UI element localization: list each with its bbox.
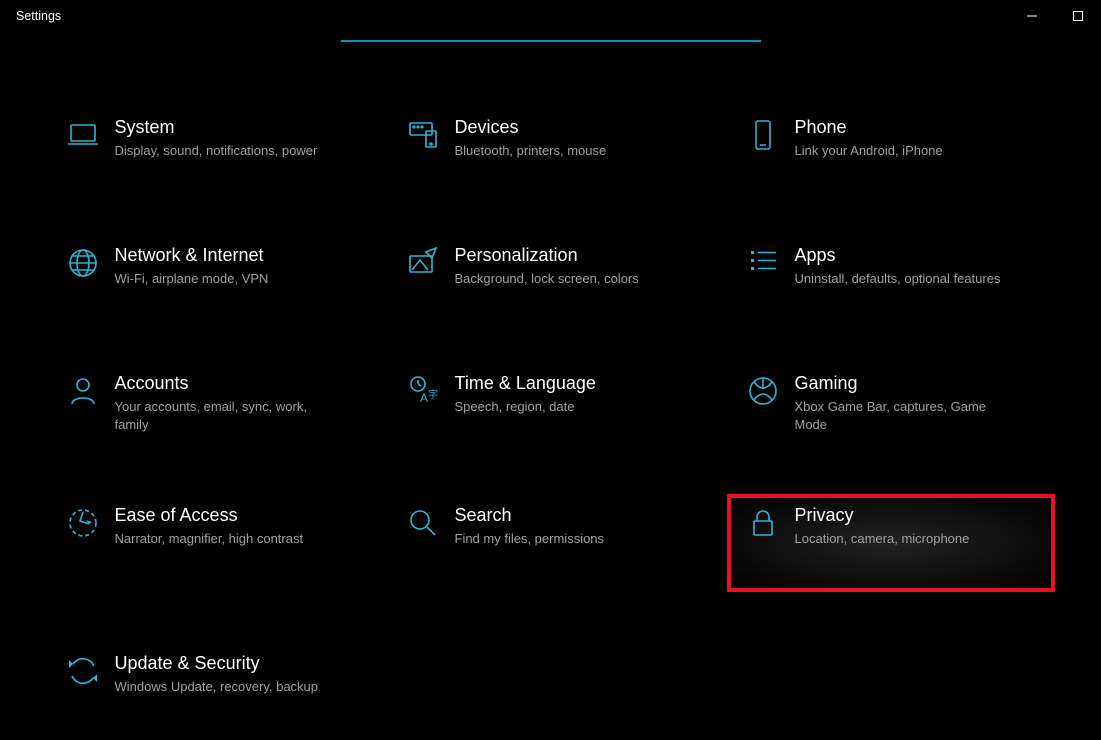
category-title: Phone bbox=[795, 116, 943, 138]
category-desc: Wi-Fi, airplane mode, VPN bbox=[115, 270, 269, 288]
category-system[interactable]: System Display, sound, notifications, po… bbox=[51, 110, 371, 180]
minimize-button[interactable] bbox=[1009, 0, 1055, 32]
category-ease-of-access[interactable]: Ease of Access Narrator, magnifier, high… bbox=[51, 498, 371, 588]
window-controls bbox=[1009, 0, 1101, 32]
category-personalization[interactable]: Personalization Background, lock screen,… bbox=[391, 238, 711, 308]
devices-icon bbox=[391, 116, 455, 152]
search-icon bbox=[391, 504, 455, 540]
category-title: Apps bbox=[795, 244, 1001, 266]
laptop-icon bbox=[51, 116, 115, 152]
category-desc: Link your Android, iPhone bbox=[795, 142, 943, 160]
category-gaming[interactable]: Gaming Xbox Game Bar, captures, Game Mod… bbox=[731, 366, 1051, 440]
category-desc: Windows Update, recovery, backup bbox=[115, 678, 319, 696]
category-title: Devices bbox=[455, 116, 607, 138]
category-title: Privacy bbox=[795, 504, 970, 526]
category-network[interactable]: Network & Internet Wi-Fi, airplane mode,… bbox=[51, 238, 371, 308]
svg-text:A: A bbox=[420, 391, 428, 405]
category-desc: Find my files, permissions bbox=[455, 530, 605, 548]
language-icon: A字 bbox=[391, 372, 455, 408]
category-devices[interactable]: Devices Bluetooth, printers, mouse bbox=[391, 110, 711, 180]
category-update-security[interactable]: Update & Security Windows Update, recove… bbox=[51, 646, 371, 716]
category-title: Time & Language bbox=[455, 372, 596, 394]
settings-grid: System Display, sound, notifications, po… bbox=[0, 42, 1101, 716]
category-desc: Display, sound, notifications, power bbox=[115, 142, 318, 160]
category-time-language[interactable]: A字 Time & Language Speech, region, date bbox=[391, 366, 711, 440]
person-icon bbox=[51, 372, 115, 408]
gaming-icon bbox=[731, 372, 795, 408]
category-title: System bbox=[115, 116, 318, 138]
category-search[interactable]: Search Find my files, permissions bbox=[391, 498, 711, 588]
category-accounts[interactable]: Accounts Your accounts, email, sync, wor… bbox=[51, 366, 371, 440]
category-desc: Xbox Game Bar, captures, Game Mode bbox=[795, 398, 1015, 434]
category-apps[interactable]: Apps Uninstall, defaults, optional featu… bbox=[731, 238, 1051, 308]
phone-icon bbox=[731, 116, 795, 152]
category-desc: Location, camera, microphone bbox=[795, 530, 970, 548]
paint-icon bbox=[391, 244, 455, 280]
category-title: Update & Security bbox=[115, 652, 319, 674]
category-desc: Background, lock screen, colors bbox=[455, 270, 639, 288]
category-title: Gaming bbox=[795, 372, 1015, 394]
category-desc: Your accounts, email, sync, work, family bbox=[115, 398, 335, 434]
category-title: Ease of Access bbox=[115, 504, 304, 526]
category-desc: Uninstall, defaults, optional features bbox=[795, 270, 1001, 288]
category-privacy[interactable]: Privacy Location, camera, microphone bbox=[731, 498, 1051, 588]
lock-icon bbox=[731, 504, 795, 540]
update-icon bbox=[51, 652, 115, 688]
apps-icon bbox=[731, 244, 795, 280]
category-title: Search bbox=[455, 504, 605, 526]
category-phone[interactable]: Phone Link your Android, iPhone bbox=[731, 110, 1051, 180]
category-title: Network & Internet bbox=[115, 244, 269, 266]
globe-icon bbox=[51, 244, 115, 280]
category-desc: Narrator, magnifier, high contrast bbox=[115, 530, 304, 548]
category-desc: Speech, region, date bbox=[455, 398, 596, 416]
category-desc: Bluetooth, printers, mouse bbox=[455, 142, 607, 160]
svg-text:字: 字 bbox=[428, 388, 438, 401]
category-title: Personalization bbox=[455, 244, 639, 266]
window-title: Settings bbox=[16, 9, 61, 23]
ease-icon bbox=[51, 504, 115, 540]
titlebar: Settings bbox=[0, 0, 1101, 32]
maximize-button[interactable] bbox=[1055, 0, 1101, 32]
category-title: Accounts bbox=[115, 372, 335, 394]
